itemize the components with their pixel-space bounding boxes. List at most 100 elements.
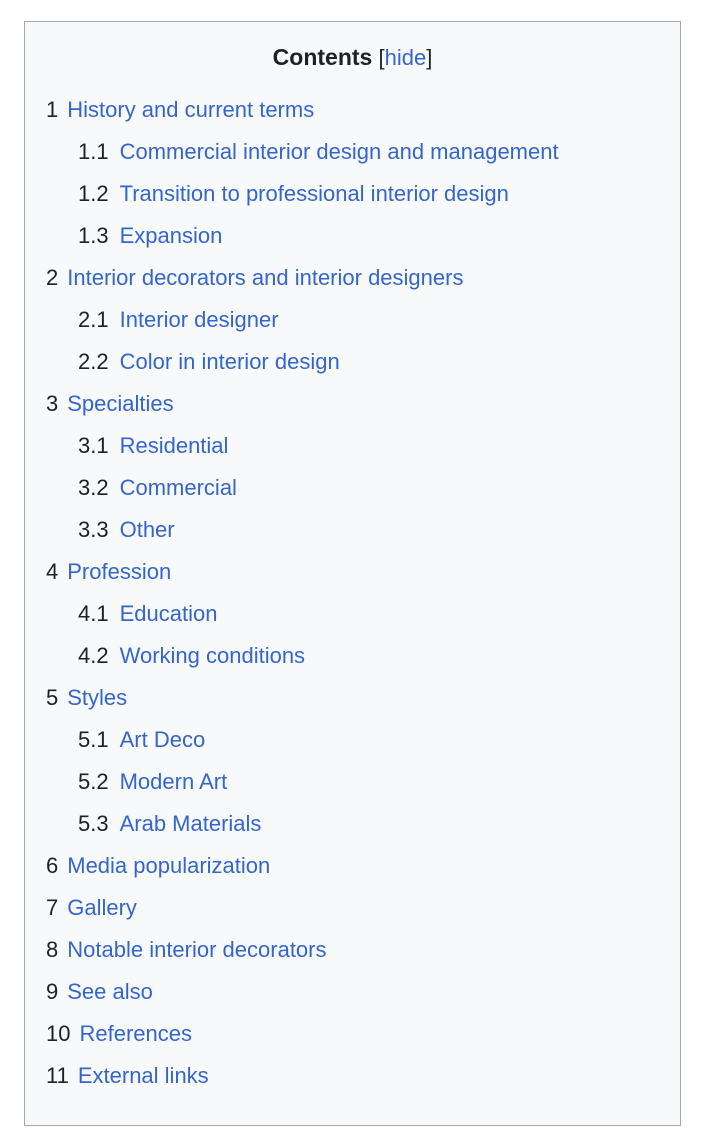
toc-entry: 6 Media popularization <box>25 845 680 887</box>
toc-entry-link[interactable]: Styles <box>67 685 127 710</box>
toc-entry-link[interactable]: Working conditions <box>120 643 305 668</box>
toc-entry-link[interactable]: Media popularization <box>67 853 270 878</box>
toc-entry: 5.3 Arab Materials <box>78 803 680 845</box>
toc-entry: 2 Interior decorators and interior design… <box>25 257 680 383</box>
toc-entry: 3.3 Other <box>78 509 680 551</box>
toc-entry-line: 2.2 Color in interior design <box>78 341 680 383</box>
toc-entry-line: 5.2 Modern Art <box>78 761 680 803</box>
toc-entry: 5.1 Art Deco <box>78 719 680 761</box>
toc-entry-link[interactable]: Modern Art <box>120 769 228 794</box>
toc-sublist: 4.1 Education 4.2 Working conditions <box>25 593 680 677</box>
toc-hide-link[interactable]: hide <box>385 45 427 70</box>
toc-entry-link[interactable]: Education <box>120 601 218 626</box>
toc-entry-link[interactable]: Expansion <box>120 223 223 248</box>
toc-entry-line: 8 Notable interior decorators <box>25 929 680 971</box>
table-of-contents: Contents [hide] 1 History and current ter… <box>24 21 681 1126</box>
toc-entry-link[interactable]: Profession <box>67 559 171 584</box>
toc-entry-number: 4 <box>46 559 59 584</box>
toc-entry: 9 See also <box>25 971 680 1013</box>
toc-entry: 4.1 Education <box>78 593 680 635</box>
toc-entry: 1.1 Commercial interior design and manage… <box>78 131 680 173</box>
toc-entry-number: 3.1 <box>78 433 109 458</box>
toc-entry: 5.2 Modern Art <box>78 761 680 803</box>
toc-entry-line: 5.1 Art Deco <box>78 719 680 761</box>
toc-entry-number: 2.1 <box>78 307 109 332</box>
toc-entry-number: 3.3 <box>78 517 109 542</box>
toc-entry-link[interactable]: Gallery <box>67 895 137 920</box>
toc-entry: 4.2 Working conditions <box>78 635 680 677</box>
toc-entry-line: 3 Specialties <box>25 383 680 425</box>
toc-entry-line: 4.2 Working conditions <box>78 635 680 677</box>
toc-entry: 5 Styles 5.1 Art Deco 5.2 Modern Art 5.3 Arab M… <box>25 677 680 845</box>
toc-entry-link[interactable]: Transition to professional interior desi… <box>120 181 509 206</box>
toc-entry-number: 2.2 <box>78 349 109 374</box>
toc-entry-number: 10 <box>46 1021 71 1046</box>
toc-sublist: 2.1 Interior designer 2.2 Color in interior… <box>25 299 680 383</box>
toc-entry-number: 2 <box>46 265 59 290</box>
toc-entry-line: 4.1 Education <box>78 593 680 635</box>
toc-entry-number: 1 <box>46 97 59 122</box>
toc-entry-line: 5 Styles <box>25 677 680 719</box>
toc-entry-link[interactable]: Specialties <box>67 391 173 416</box>
toc-entry-link[interactable]: Interior decorators and interior designe… <box>67 265 463 290</box>
toc-entry: 7 Gallery <box>25 887 680 929</box>
toc-entry: 10 References <box>25 1013 680 1055</box>
toc-entry-number: 1.2 <box>78 181 109 206</box>
toc-entry: 3.1 Residential <box>78 425 680 467</box>
toc-entry-line: 3.2 Commercial <box>78 467 680 509</box>
toc-entry-line: 1.2 Transition to professional interior d… <box>78 173 680 215</box>
toc-entry-line: 9 See also <box>25 971 680 1013</box>
toc-entry-number: 1.3 <box>78 223 109 248</box>
toc-entry-number: 5.2 <box>78 769 109 794</box>
toc-entry-number: 3 <box>46 391 59 416</box>
toc-entry: 8 Notable interior decorators <box>25 929 680 971</box>
toc-entry: 2.2 Color in interior design <box>78 341 680 383</box>
toc-entry-line: 1 History and current terms <box>25 89 680 131</box>
toc-entry-link[interactable]: Color in interior design <box>120 349 340 374</box>
toc-toggle: [hide] <box>372 45 432 70</box>
toc-entry-line: 11 External links <box>25 1055 680 1097</box>
toc-entry-number: 4.1 <box>78 601 109 626</box>
toc-entry: 1 History and current terms 1.1 Commercial … <box>25 89 680 257</box>
toc-entry-line: 10 References <box>25 1013 680 1055</box>
toc-sublist: 5.1 Art Deco 5.2 Modern Art 5.3 Arab Material… <box>25 719 680 845</box>
toc-entry: 4 Profession 4.1 Education 4.2 Working condit… <box>25 551 680 677</box>
toc-entry-number: 7 <box>46 895 59 920</box>
toc-entry-line: 7 Gallery <box>25 887 680 929</box>
toc-entry-number: 3.2 <box>78 475 109 500</box>
toc-entry-link[interactable]: External links <box>78 1063 209 1088</box>
toc-entry: 11 External links <box>25 1055 680 1097</box>
toc-toggle-close-bracket: ] <box>426 45 433 70</box>
toc-entry-number: 9 <box>46 979 59 1004</box>
toc-entry-link[interactable]: History and current terms <box>67 97 314 122</box>
toc-title-label: Contents <box>272 44 373 70</box>
toc-entry: 1.2 Transition to professional interior d… <box>78 173 680 215</box>
toc-entry-link[interactable]: Art Deco <box>120 727 206 752</box>
toc-entry-link[interactable]: See also <box>67 979 153 1004</box>
toc-entry-link[interactable]: Residential <box>120 433 229 458</box>
toc-entry-number: 11 <box>46 1063 69 1088</box>
toc-sublist: 3.1 Residential 3.2 Commercial 3.3 Other <box>25 425 680 551</box>
toc-header: Contents [hide] <box>25 36 680 89</box>
toc-entry-link[interactable]: Other <box>120 517 175 542</box>
toc-entry-line: 1.3 Expansion <box>78 215 680 257</box>
toc-entry: 1.3 Expansion <box>78 215 680 257</box>
toc-entry-link[interactable]: Interior designer <box>120 307 279 332</box>
toc-entry-number: 1.1 <box>78 139 109 164</box>
toc-entry-line: 3.3 Other <box>78 509 680 551</box>
toc-entry-link[interactable]: Notable interior decorators <box>67 937 326 962</box>
toc-entry-line: 2.1 Interior designer <box>78 299 680 341</box>
toc-entry-link[interactable]: References <box>79 1021 192 1046</box>
toc-entry-line: 6 Media popularization <box>25 845 680 887</box>
toc-entry: 3 Specialties 3.1 Residential 3.2 Commercial 3… <box>25 383 680 551</box>
toc-entry: 2.1 Interior designer <box>78 299 680 341</box>
toc-list: 1 History and current terms 1.1 Commercial … <box>25 89 680 1097</box>
toc-entry-link[interactable]: Commercial <box>120 475 237 500</box>
toc-entry-number: 8 <box>46 937 59 962</box>
toc-entry-line: 3.1 Residential <box>78 425 680 467</box>
toc-sublist: 1.1 Commercial interior design and manage… <box>25 131 680 257</box>
toc-entry-number: 5.3 <box>78 811 109 836</box>
toc-entry-link[interactable]: Commercial interior design and managemen… <box>120 139 559 164</box>
toc-entry-link[interactable]: Arab Materials <box>120 811 262 836</box>
toc-entry-number: 4.2 <box>78 643 109 668</box>
